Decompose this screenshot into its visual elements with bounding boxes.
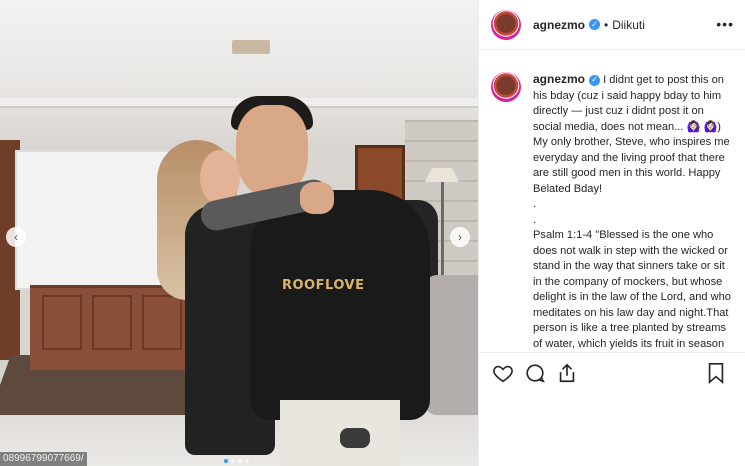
share-icon <box>559 363 575 382</box>
post-photo[interactable]: ROOFLOVE ‹ › 08996799077669/ <box>0 0 478 466</box>
avatar[interactable] <box>491 9 521 40</box>
follow-status-button[interactable]: Diikuti <box>612 18 645 32</box>
chevron-right-icon: › <box>458 230 462 244</box>
carousel-next-button[interactable]: › <box>450 227 470 247</box>
carousel-dot <box>238 459 242 463</box>
more-options-icon[interactable]: ••• <box>716 16 734 32</box>
heart-icon <box>493 365 513 382</box>
bookmark-icon <box>708 363 724 384</box>
verified-badge-icon: ✓ <box>589 74 601 86</box>
save-button[interactable] <box>704 361 728 385</box>
photo-wall-panel <box>92 295 132 350</box>
post-header: agnezmo ✓ • Diikuti ••• <box>479 0 745 50</box>
photo-wall-panel <box>142 295 182 350</box>
chevron-left-icon: ‹ <box>14 230 18 244</box>
caption-section: agnezmo ✓ I didnt get to post this on his… <box>479 50 745 352</box>
carousel-dot <box>231 459 235 463</box>
comment-button[interactable] <box>523 361 547 385</box>
carousel-prev-button[interactable]: ‹ <box>6 227 26 247</box>
post-sidebar: agnezmo ✓ • Diikuti ••• agnezmo ✓ I didnt… <box>478 0 745 466</box>
verified-badge-icon: ✓ <box>589 19 601 30</box>
action-bar <box>479 352 745 392</box>
carousel-dot <box>224 459 228 463</box>
header-separator: • <box>604 17 609 32</box>
caption-text: I didnt get to post this on his bday (cu… <box>533 74 731 350</box>
header-username[interactable]: agnezmo <box>533 18 585 32</box>
caption: agnezmo ✓ I didnt get to post this on his… <box>533 72 734 352</box>
photo-watch <box>340 428 370 448</box>
photo-ceiling-light <box>232 40 270 54</box>
comment-icon <box>526 363 545 383</box>
photo-shirt-print: ROOFLOVE <box>282 278 365 293</box>
photo-man-body <box>250 190 430 420</box>
share-button[interactable] <box>555 361 579 385</box>
photo-man-hand <box>300 182 334 214</box>
caption-username[interactable]: agnezmo <box>533 72 585 86</box>
carousel-dot <box>245 459 249 463</box>
photo-wall-panel <box>42 295 82 350</box>
carousel-indicator <box>224 459 249 463</box>
photo-watermark: 08996799077669/ <box>0 452 87 466</box>
photo-sofa <box>425 275 478 415</box>
like-button[interactable] <box>491 361 515 385</box>
caption-avatar[interactable] <box>491 72 521 102</box>
